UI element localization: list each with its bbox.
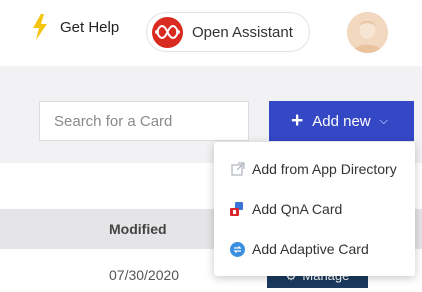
menu-item-label: Add from App Directory (252, 161, 397, 177)
assistant-logo-icon (152, 16, 183, 48)
assistant-label: Open Assistant (192, 23, 293, 41)
table-cell-modified: 07/30/2020 (109, 267, 180, 283)
menu-item-adaptive-card[interactable]: Add Adaptive Card (214, 234, 415, 264)
add-new-label: Add new (312, 112, 371, 130)
adaptive-card-icon (230, 241, 245, 257)
add-new-dropdown-menu: Add from App Directory Add QnA Card Add … (214, 142, 415, 276)
chevron-down-icon: ⌵ (379, 114, 388, 127)
plus-icon: + (291, 109, 304, 132)
top-bar: Get Help Open Assistant (0, 0, 422, 66)
menu-item-label: Add QnA Card (252, 201, 343, 217)
user-avatar-icon (347, 12, 388, 53)
qna-card-icon (230, 201, 245, 217)
add-new-button[interactable]: + Add new ⌵ (269, 101, 414, 141)
user-avatar[interactable] (347, 12, 388, 53)
external-link-icon (230, 162, 245, 177)
search-input[interactable] (39, 101, 249, 141)
get-help-label: Get Help (60, 18, 120, 36)
lightning-bolt-icon (32, 14, 48, 40)
menu-item-app-directory[interactable]: Add from App Directory (214, 154, 415, 184)
menu-item-qna-card[interactable]: Add QnA Card (214, 194, 415, 224)
get-help-link[interactable]: Get Help (32, 14, 119, 40)
open-assistant-button[interactable]: Open Assistant (146, 12, 310, 52)
column-header-modified: Modified (109, 221, 167, 237)
menu-item-label: Add Adaptive Card (252, 241, 369, 257)
